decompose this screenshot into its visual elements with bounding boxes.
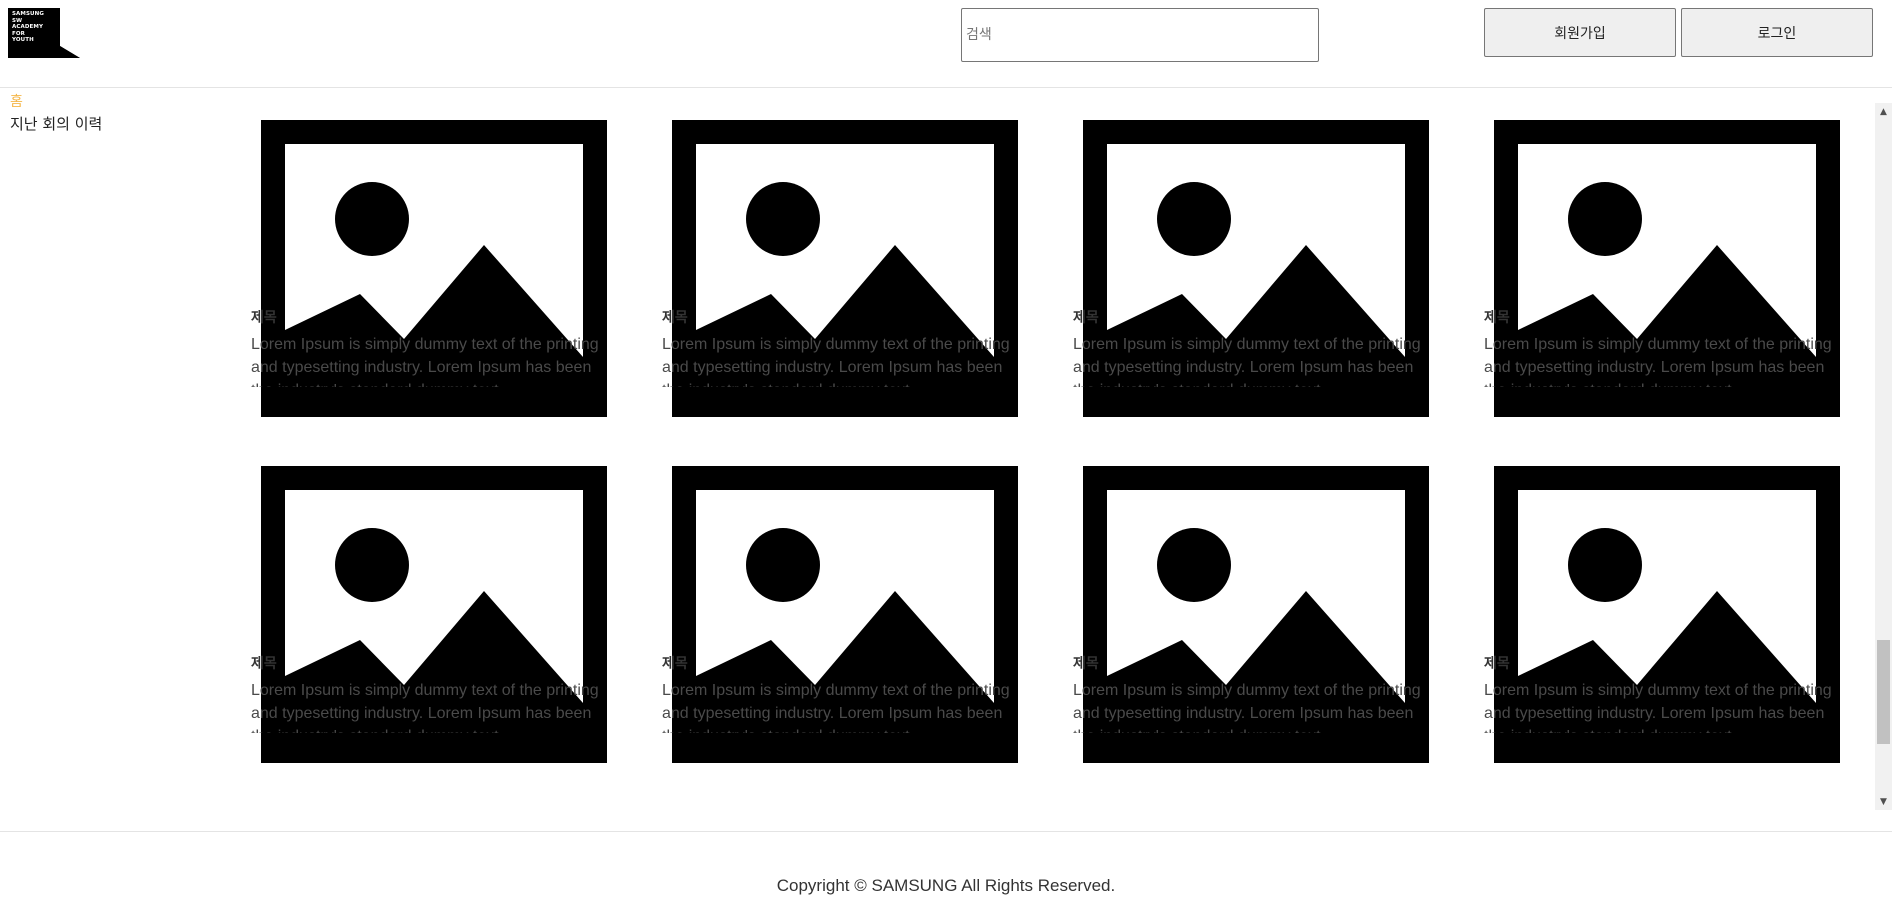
- card-description: Lorem Ipsum is simply dummy text of the …: [251, 682, 599, 733]
- meeting-card[interactable]: 제목 Lorem Ipsum is simply dummy text of th…: [251, 120, 607, 417]
- arrow-down-icon[interactable]: ▼: [1875, 793, 1892, 810]
- card-description: Lorem Ipsum is simply dummy text of the …: [1484, 336, 1832, 387]
- login-button[interactable]: 로그인: [1681, 8, 1873, 57]
- scrollbar-thumb[interactable]: [1877, 640, 1890, 744]
- card-grid[interactable]: 제목 Lorem Ipsum is simply dummy text of th…: [0, 89, 1892, 831]
- card-title: 제목: [1484, 310, 1510, 326]
- copyright-text: Copyright © SAMSUNG All Rights Reserved.: [776, 876, 1116, 895]
- nav-meeting-history-link[interactable]: 지난 회의 이력: [10, 113, 102, 134]
- search-input[interactable]: [961, 8, 1319, 62]
- meeting-card[interactable]: 제목 Lorem Ipsum is simply dummy text of th…: [251, 466, 607, 763]
- card-title: 제목: [1484, 656, 1510, 672]
- arrow-up-icon[interactable]: ▲: [1875, 103, 1892, 120]
- meeting-card[interactable]: 제목 Lorem Ipsum is simply dummy text of th…: [1484, 120, 1840, 417]
- card-description: Lorem Ipsum is simply dummy text of the …: [251, 336, 599, 387]
- samsung-academy-logo[interactable]: SAMSUNG SW ACADEMY FOR YOUTH: [8, 8, 80, 58]
- header: SAMSUNG SW ACADEMY FOR YOUTH 회원가입 로그인: [0, 0, 1892, 88]
- logo-text: SAMSUNG SW ACADEMY FOR YOUTH: [12, 11, 44, 43]
- meeting-card[interactable]: 제목 Lorem Ipsum is simply dummy text of th…: [1484, 466, 1840, 763]
- card-title: 제목: [1073, 310, 1099, 326]
- card-title: 제목: [1073, 656, 1099, 672]
- meeting-card[interactable]: 제목 Lorem Ipsum is simply dummy text of th…: [662, 466, 1018, 763]
- signup-button[interactable]: 회원가입: [1484, 8, 1676, 57]
- meeting-card[interactable]: 제목 Lorem Ipsum is simply dummy text of th…: [1073, 120, 1429, 417]
- meeting-card[interactable]: 제목 Lorem Ipsum is simply dummy text of th…: [1073, 466, 1429, 763]
- card-title: 제목: [662, 656, 688, 672]
- card-description: Lorem Ipsum is simply dummy text of the …: [1484, 682, 1832, 733]
- card-title: 제목: [662, 310, 688, 326]
- card-title: 제목: [251, 310, 277, 326]
- card-description: Lorem Ipsum is simply dummy text of the …: [662, 336, 1010, 387]
- footer: Copyright © SAMSUNG All Rights Reserved.: [0, 831, 1892, 910]
- nav-home-link[interactable]: 홈: [10, 91, 23, 111]
- card-title: 제목: [251, 656, 277, 672]
- card-description: Lorem Ipsum is simply dummy text of the …: [1073, 336, 1421, 387]
- card-description: Lorem Ipsum is simply dummy text of the …: [662, 682, 1010, 733]
- meeting-card[interactable]: 제목 Lorem Ipsum is simply dummy text of th…: [662, 120, 1018, 417]
- card-description: Lorem Ipsum is simply dummy text of the …: [1073, 682, 1421, 733]
